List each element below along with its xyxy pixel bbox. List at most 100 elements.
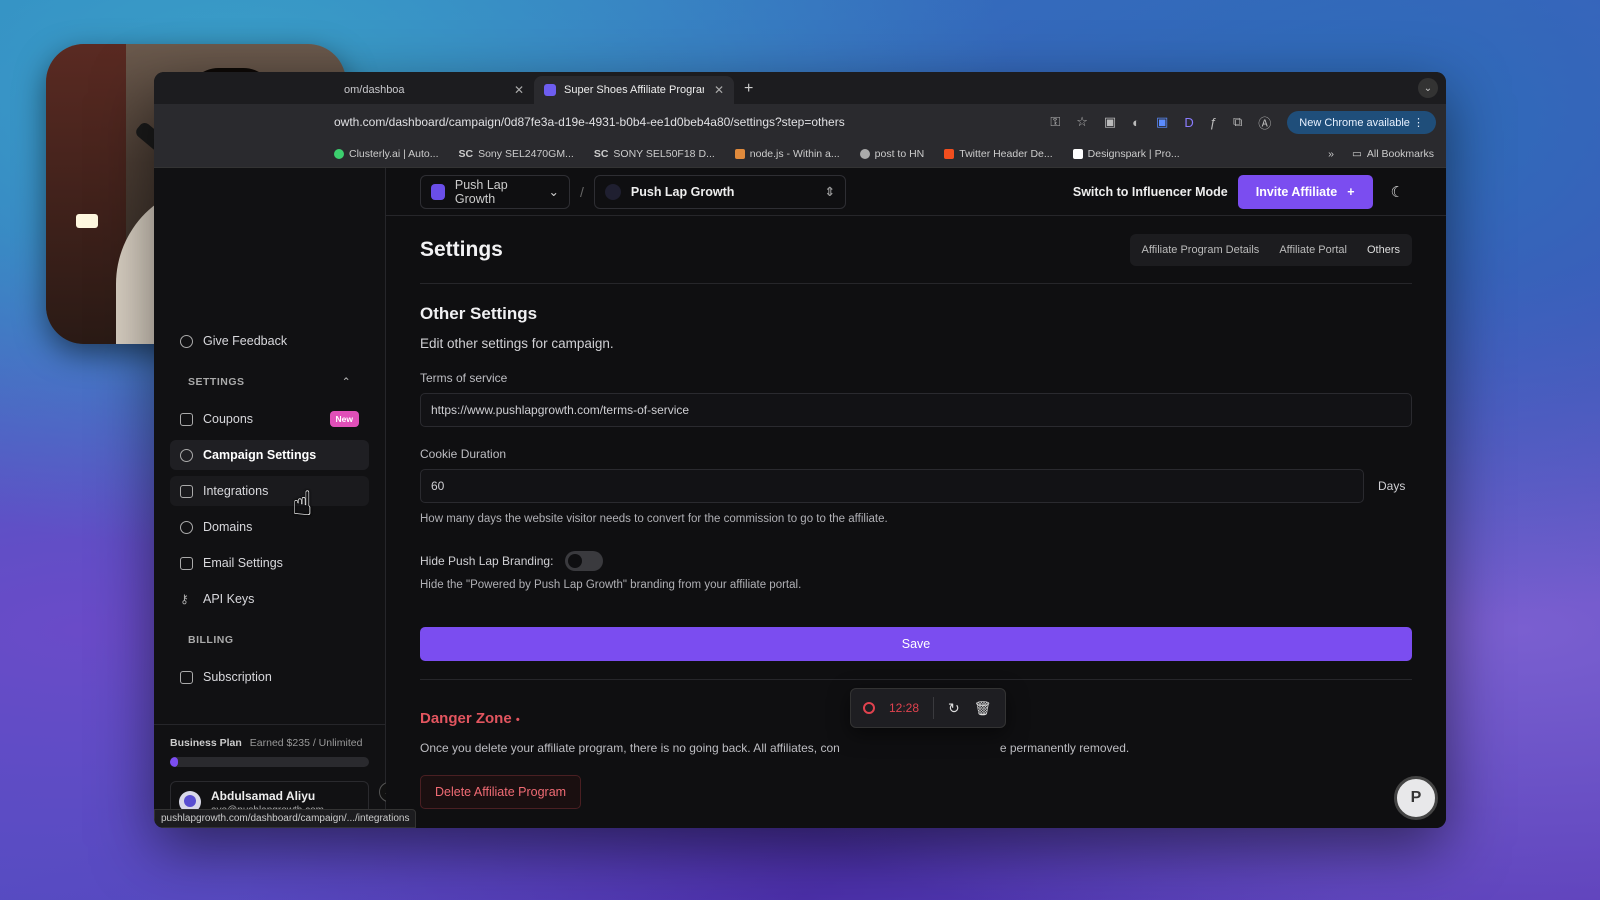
section-title: Other Settings (420, 304, 538, 323)
bookmarks-bar: Clusterly.ai | Auto... SC Sony SEL2470GM.… (154, 140, 1446, 168)
plan-progress-bar (170, 757, 369, 767)
switch-influencer-mode-button[interactable]: Switch to Influencer Mode (1073, 185, 1228, 199)
sidebar-item-label: Coupons (203, 412, 254, 426)
danger-text-end: e permanently removed. (999, 741, 1130, 755)
invite-affiliate-button[interactable]: Invite Affiliate + (1237, 174, 1373, 209)
sidebar-item-label: API Keys (203, 592, 255, 606)
new-chrome-button[interactable]: New Chrome available ⋮ (1287, 110, 1436, 134)
bookmark-item[interactable]: Twitter Header De... (944, 147, 1053, 160)
trophy-shelf (46, 44, 126, 344)
toggle-knob (568, 554, 583, 568)
sidebar-item-api-keys[interactable]: ⚷ API Keys (170, 584, 369, 614)
address-bar-icons: ⚿ ☆ ▣ ◐ ▣ D ƒ ⧉ Ⓐ New Chrome available ⋮ (1050, 110, 1436, 134)
sidebar-item-label: Integrations (203, 484, 269, 498)
campaign-icon (604, 183, 621, 200)
settings-section-header[interactable]: SETTINGS ⌃ (170, 376, 369, 388)
sidebar-item-domains[interactable]: Domains (170, 512, 369, 542)
key-icon[interactable]: ⚿ (1050, 114, 1060, 130)
key-icon: ⚷ (180, 592, 189, 606)
hide-branding-toggle[interactable] (565, 551, 604, 571)
settings-header: Settings Affiliate Program Details Affil… (420, 216, 1412, 284)
workspace-selector[interactable]: Push Lap Growth ⌄ (420, 174, 570, 209)
chevron-down-icon: ⌄ (548, 185, 559, 199)
extension-fx-icon[interactable]: ƒ (1210, 115, 1217, 130)
campaign-selector[interactable]: Push Lap Growth ⇕ (593, 174, 846, 209)
tos-label: Terms of service (420, 371, 508, 385)
tab-others[interactable]: Others (1359, 238, 1408, 262)
bookmark-item[interactable]: Designspark | Pro... (1072, 147, 1180, 160)
cookie-duration-unit: Days (1378, 479, 1406, 493)
bookmark-label: Sony SEL2470GM... (478, 147, 574, 160)
chat-widget-button[interactable]: P (1394, 776, 1438, 820)
extension-d-icon[interactable]: D (1184, 115, 1193, 130)
bookmark-item[interactable]: SC Sony SEL2470GM... (459, 148, 574, 160)
puzzle-icon[interactable]: ⧉ (1233, 114, 1242, 130)
recording-toolbar: 12:28 ↻ 🗑 (850, 688, 1006, 728)
moon-icon[interactable]: ☾ (1383, 183, 1412, 201)
bookmark-item[interactable]: post to HN (859, 147, 925, 160)
sidebar-item-email-settings[interactable]: Email Settings (170, 548, 369, 578)
extension-blue-icon[interactable]: ▣ (1156, 114, 1168, 130)
page-title: Settings (420, 237, 503, 261)
profile-icon[interactable]: Ⓐ (1258, 113, 1271, 132)
campaign-name: Push Lap Growth (630, 184, 735, 199)
workspace-name: Push Lap Growth (454, 177, 508, 206)
app: Give Feedback SETTINGS ⌃ Coupons New Cam… (154, 168, 1446, 828)
more-bookmarks-icon[interactable]: » (1328, 148, 1334, 160)
save-button[interactable]: Save (420, 627, 1412, 661)
bookmark-label: Twitter Header De... (959, 147, 1053, 160)
sidebar-item-label: Subscription (203, 670, 272, 684)
trash-icon[interactable]: 🗑 (974, 700, 992, 717)
settings-subtabs: Affiliate Program Details Affiliate Port… (1129, 233, 1412, 266)
bookmark-item[interactable]: SC SONY SEL50F18 D... (594, 148, 715, 160)
sidebar-item-subscription[interactable]: Subscription (170, 662, 369, 692)
extension-screen-icon[interactable]: ▣ (1104, 114, 1116, 130)
tab-super-shoes[interactable]: Super Shoes Affiliate Program ✕ (534, 76, 734, 104)
danger-zone-dot: • (515, 714, 520, 726)
new-tab-plus-icon[interactable]: + (734, 80, 763, 104)
sidebar-item-integrations[interactable]: Integrations (170, 476, 369, 506)
close-icon[interactable]: ✕ (714, 83, 724, 97)
figma-icon (944, 148, 955, 159)
url-input[interactable]: owth.com/dashboard/campaign/0d87fe3a-d19… (334, 115, 1040, 129)
section-title: SETTINGS (188, 376, 245, 388)
bookmark-item[interactable]: node.js - Within a... (734, 148, 840, 160)
plan-info: Business Plan Earned $235 / Unlimited (170, 737, 369, 749)
branding-help: Hide the "Powered by Push Lap Growth" br… (420, 579, 802, 591)
danger-zone-text: Once you delete your affiliate program, … (420, 741, 1412, 755)
cookie-duration-input[interactable]: 60 (420, 469, 1364, 503)
record-icon[interactable] (863, 702, 875, 714)
pushlap-favicon-icon (544, 84, 556, 96)
tab-affiliate-program-details[interactable]: Affiliate Program Details (1134, 238, 1268, 262)
tab-dashboard[interactable]: om/dashboa ✕ (334, 76, 534, 104)
branding-label: Hide Push Lap Branding: (420, 554, 554, 568)
tab-label: Super Shoes Affiliate Program (564, 84, 704, 96)
user-name: Abdulsamad Aliyu (211, 788, 316, 803)
section-title: BILLING (188, 634, 234, 646)
card-icon (180, 670, 193, 684)
chevron-down-icon[interactable]: ⌄ (1418, 78, 1438, 98)
bookmark-label: post to HN (874, 147, 925, 160)
tab-affiliate-portal[interactable]: Affiliate Portal (1271, 238, 1355, 262)
globe-icon (859, 148, 870, 159)
all-bookmarks-label: All Bookmarks (1366, 147, 1434, 160)
danger-zone-label: Danger Zone (420, 710, 512, 727)
bookmark-item[interactable]: Clusterly.ai | Auto... (334, 148, 439, 160)
sidebar-item-give-feedback[interactable]: Give Feedback (170, 326, 369, 356)
plus-icon: + (1347, 184, 1355, 199)
star-icon[interactable]: ☆ (1076, 114, 1088, 130)
sidebar-item-label: Email Settings (203, 556, 283, 570)
all-bookmarks[interactable]: ▭ All Bookmarks (1352, 148, 1434, 160)
restart-icon[interactable]: ↻ (948, 700, 960, 717)
top-bar: Push Lap Growth ⌄ / Push Lap Growth ⇕ Sw… (386, 168, 1446, 216)
tos-input[interactable]: https://www.pushlapgrowth.com/terms-of-s… (420, 393, 1412, 427)
sidebar-item-campaign-settings[interactable]: Campaign Settings (170, 440, 369, 470)
delete-affiliate-program-button[interactable]: Delete Affiliate Program (420, 775, 582, 809)
invite-label: Invite Affiliate (1255, 184, 1338, 199)
sidebar-item-coupons[interactable]: Coupons New (170, 404, 369, 434)
cookie-duration-row: 60 Days (420, 461, 1412, 503)
extension-swirl-icon[interactable]: ◐ (1132, 115, 1140, 130)
close-icon[interactable]: ✕ (514, 83, 524, 97)
bookmark-label: Designspark | Pro... (1087, 147, 1180, 160)
bookmark-prefix: SC (593, 147, 609, 160)
